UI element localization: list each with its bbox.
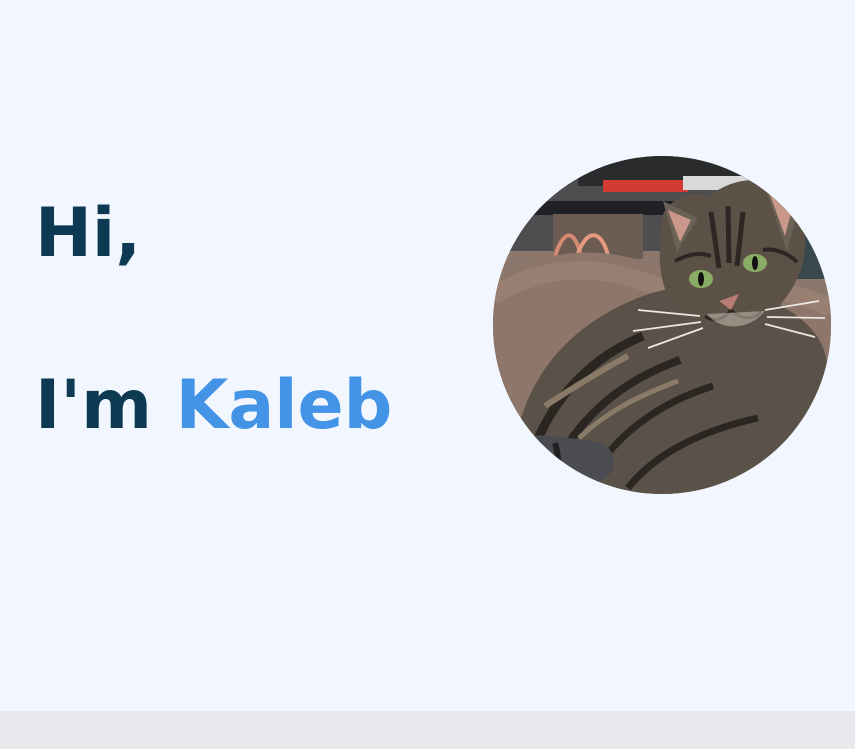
cat-photo-icon: [493, 156, 831, 494]
avatar-photo: [493, 156, 831, 494]
name-highlight: Kaleb: [175, 366, 393, 445]
footer-band: [0, 711, 855, 749]
intro-heading: I'm Kaleb: [35, 372, 392, 440]
greeting-heading: Hi,: [35, 194, 142, 273]
intro-prefix: I'm: [35, 366, 176, 445]
hero-section: Hi, I'm Kaleb: [0, 0, 855, 711]
